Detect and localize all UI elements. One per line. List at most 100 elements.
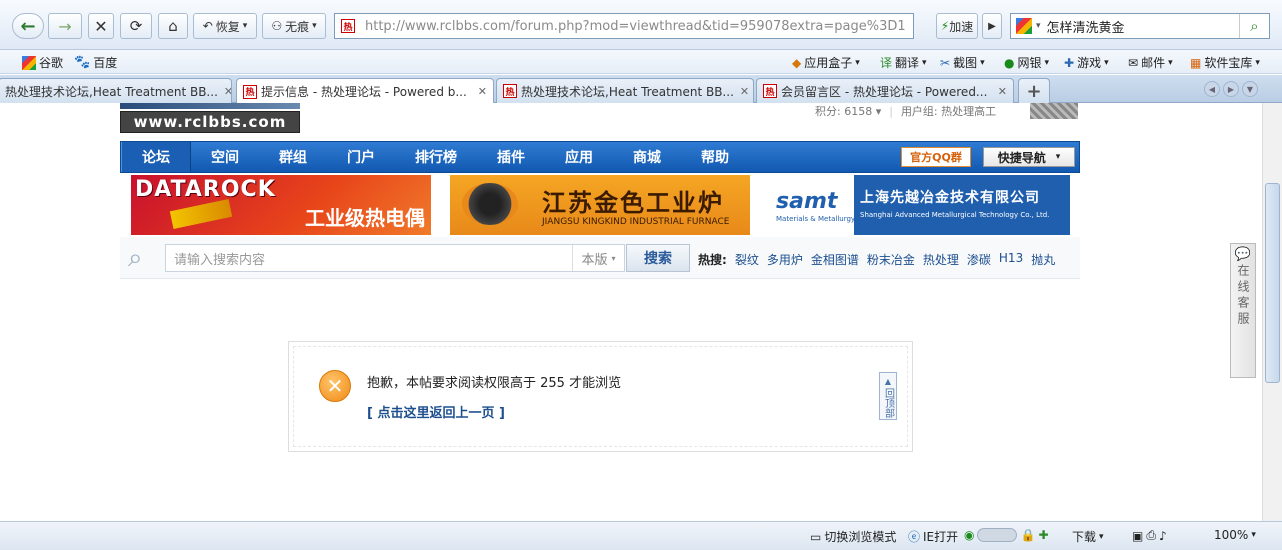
nav-forum[interactable]: 论坛 (121, 142, 191, 172)
toolbar-games[interactable]: ✚ 游戏 ▾ (1064, 54, 1109, 71)
nav-portal[interactable]: 门户 (327, 142, 395, 172)
incognito-button[interactable]: ⚇ 无痕 ▾ (262, 13, 326, 39)
address-bar[interactable]: 热 http://www.rclbbs.com/forum.php?mod=vi… (334, 13, 914, 39)
hot-search-link[interactable]: 热处理 (923, 251, 959, 268)
tab-4[interactable]: 热会员留言区 - 热处理论坛 - Powered... ✕ (756, 78, 1014, 103)
banner-samt[interactable]: samt Materials & Metallurgy 上海先越冶金技术有限公司… (770, 175, 1070, 235)
close-icon[interactable]: ✕ (218, 85, 231, 98)
search-icon[interactable]: ⌕ (1239, 14, 1269, 38)
dropdown-arrow-icon[interactable]: ▾ (1036, 21, 1041, 31)
stop-button[interactable]: ✕ (88, 13, 114, 39)
banner-kingkind[interactable]: 江苏金色工业炉 JIANGSU KINGKIND INDUSTRIAL FURN… (450, 175, 750, 235)
shield-icon[interactable]: ◉ (964, 528, 974, 542)
search-engine-icon[interactable] (1016, 18, 1032, 34)
chevron-up-icon: ▲ (884, 376, 892, 386)
hot-search-link[interactable]: 粉末冶金 (867, 251, 915, 268)
qq-group-button[interactable]: 官方QQ群 (901, 147, 971, 167)
tab-2-active[interactable]: 热提示信息 - 热处理论坛 - Powered b... ✕ (236, 78, 494, 104)
toolbar-screenshot[interactable]: ✂ 截图 ▾ (940, 54, 985, 71)
browser-search-box[interactable]: ▾ 怎样清洗黄金 ⌕ (1010, 13, 1270, 39)
back-to-top-label: 回顶部 (882, 387, 894, 418)
close-icon[interactable]: ✕ (734, 85, 749, 98)
banner-datarock[interactable]: DATAROCK 工业级热电偶 (131, 175, 431, 235)
nav-help[interactable]: 帮助 (681, 142, 749, 172)
toolbar-appbox[interactable]: ◆ 应用盒子 ▾ (792, 54, 860, 71)
refresh-button[interactable]: ⟳ (120, 13, 152, 39)
speaker-icon[interactable]: ♪ (1159, 529, 1167, 543)
google-icon (22, 55, 36, 70)
zoom-level: 100% (1214, 528, 1249, 542)
bookmark-baidu[interactable]: 🐾 百度 (74, 54, 117, 71)
forward-button[interactable]: → (48, 13, 82, 39)
hot-search-link[interactable]: 渗碳 (967, 251, 991, 268)
toggle-switch[interactable] (977, 528, 1018, 542)
site-logo[interactable]: www.rclbbs.com (120, 111, 300, 133)
tab-1[interactable]: 热处理技术论坛,Heat Treatment BB...✕ (0, 78, 232, 103)
thermocouple-image (169, 198, 233, 230)
ie-open-button[interactable]: ⓔ IE打开 (908, 528, 958, 545)
banner-kingkind-title: 江苏金色工业炉 (542, 189, 724, 217)
refresh-icon: ⟳ (129, 17, 143, 35)
go-back-link[interactable]: [ 点击这里返回上一页 ] (367, 402, 505, 421)
toolbar-mail[interactable]: ✉ 邮件 ▾ (1128, 54, 1173, 71)
tab-title: 会员留言区 - 热处理论坛 - Powered... (781, 84, 988, 99)
download-button[interactable]: 下载 ▾ (1072, 528, 1104, 545)
back-to-top-button[interactable]: ▲ 回顶部 (879, 372, 897, 420)
user-avatar[interactable] (1030, 103, 1078, 119)
toolbar-ebank[interactable]: ● 网银 ▾ (1004, 54, 1049, 71)
gamepad-icon: ✚ (1064, 55, 1075, 70)
security-icon[interactable]: ✚ (1038, 528, 1048, 542)
ie-icon: ⓔ (908, 530, 921, 544)
tab-list-icon[interactable]: ▼ (1242, 81, 1258, 97)
monitor-icon[interactable]: ▣ (1132, 529, 1143, 543)
back-button[interactable]: ← (12, 13, 44, 39)
plus-icon: + (1026, 80, 1042, 102)
browse-mode-toggle[interactable]: ▭ 切换浏览模式 (810, 528, 896, 545)
nav-space[interactable]: 空间 (191, 142, 259, 172)
bookmark-label: 谷歌 (39, 56, 64, 70)
zoom-control[interactable]: 100% ▾ (1214, 528, 1256, 542)
forum-search-button[interactable]: 搜索 (626, 244, 690, 272)
tab-scroll-controls: ◀ ▶ ▼ (1204, 81, 1258, 97)
hot-search-link[interactable]: 抛丸 (1031, 251, 1055, 268)
kingkind-logo-icon (462, 183, 518, 225)
browser-search-query[interactable]: 怎样清洗黄金 (1047, 17, 1125, 36)
hot-search-link[interactable]: 裂纹 (735, 251, 759, 268)
restore-button[interactable]: ↶ 恢复 ▾ (193, 13, 257, 39)
search-scope-select[interactable]: 本版 ▾ (572, 245, 624, 271)
tab-scroll-left-icon[interactable]: ◀ (1204, 81, 1220, 97)
home-button[interactable]: ⌂ (158, 13, 188, 39)
forum-search-input[interactable]: 请输入搜索内容 (165, 244, 625, 272)
toolbar-translate[interactable]: 译翻译 ▾ (880, 54, 927, 71)
tab-3[interactable]: 热热处理技术论坛,Heat Treatment BB... ✕ (496, 78, 754, 103)
vertical-scrollbar[interactable] (1262, 103, 1282, 521)
site-favicon-icon: 热 (341, 19, 355, 33)
hot-search-link[interactable]: 金相图谱 (811, 251, 859, 268)
dropdown-arrow-icon: ▾ (1255, 57, 1260, 68)
hot-search-label: 热搜: (698, 253, 727, 267)
close-icon[interactable]: ✕ (472, 85, 487, 98)
new-tab-button[interactable]: + (1018, 78, 1050, 103)
tab-scroll-right-icon[interactable]: ▶ (1223, 81, 1239, 97)
nav-mall[interactable]: 商城 (613, 142, 681, 172)
quick-nav-button[interactable]: 快捷导航 ▾ (983, 147, 1075, 167)
lock-icon[interactable]: 🔒 (1020, 528, 1035, 542)
hot-search-link[interactable]: 多用炉 (767, 251, 803, 268)
nav-group[interactable]: 群组 (259, 142, 327, 172)
go-button[interactable]: ▶ (982, 13, 1002, 39)
speedup-button[interactable]: ⚡ 加速 (936, 13, 978, 39)
nav-plugins[interactable]: 插件 (477, 142, 545, 172)
search-scope-label: 本版 (581, 252, 608, 268)
bookmark-google[interactable]: 谷歌 (22, 54, 63, 71)
online-service-tab[interactable]: 💬 在线客服 (1230, 243, 1256, 378)
toolbar-software[interactable]: ▦ 软件宝库 ▾ (1190, 54, 1260, 71)
user-points[interactable]: 积分: 6158 ▾ (815, 103, 881, 119)
hot-search-link[interactable]: H13 (999, 251, 1023, 268)
address-url[interactable]: http://www.rclbbs.com/forum.php?mod=view… (365, 19, 906, 34)
nav-ranking[interactable]: 排行榜 (395, 142, 477, 172)
scrollbar-thumb[interactable] (1265, 183, 1280, 383)
nav-apps[interactable]: 应用 (545, 142, 613, 172)
tab-title: 热处理技术论坛,Heat Treatment BB... (5, 84, 218, 99)
printer-icon[interactable]: ⎙ (1146, 528, 1156, 543)
close-icon[interactable]: ✕ (992, 85, 1007, 98)
